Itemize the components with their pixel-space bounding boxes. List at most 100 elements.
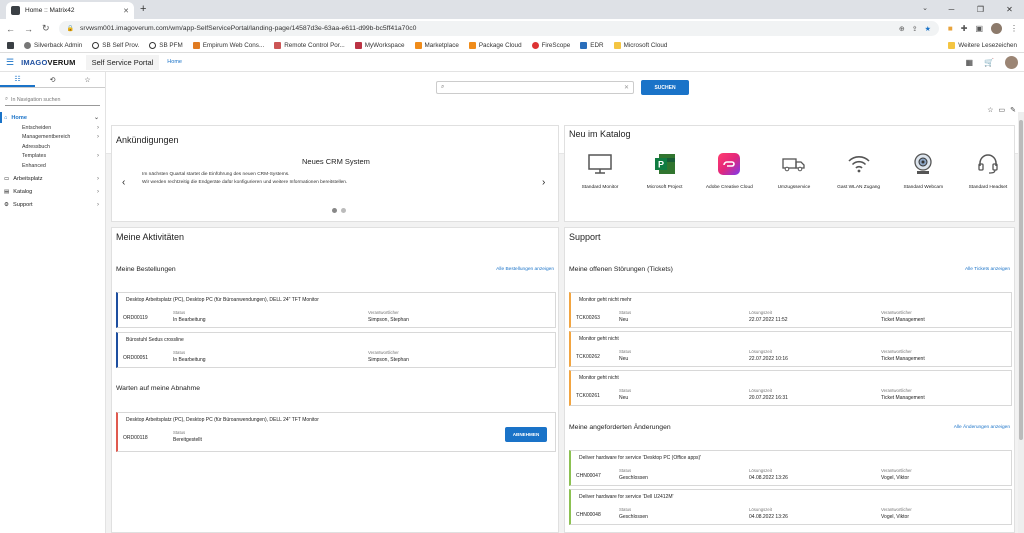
- breadcrumb[interactable]: Home: [167, 59, 182, 65]
- other-bookmarks[interactable]: Weitere Lesezeichen: [948, 41, 1017, 49]
- nav-sub-item[interactable]: Entscheiden ›: [0, 123, 105, 133]
- user-avatar[interactable]: [1005, 55, 1018, 69]
- global-search-input[interactable]: ⌕ ✕: [436, 81, 634, 94]
- bookmark-item[interactable]: Remote Control Por...: [274, 41, 345, 49]
- new-tab-icon[interactable]: +: [140, 3, 146, 15]
- bookmark-item[interactable]: SB PFM: [149, 41, 183, 49]
- bookmark-item[interactable]: Silverback Admin: [24, 41, 82, 49]
- navigation-sidebar: ☷ ⟲ ☆ ⌕ In Navigation suchen ⌂ Home ⌄ En…: [0, 72, 106, 533]
- headset-icon: [974, 151, 1002, 177]
- url-field[interactable]: 🔒 srvwsm001.imagoverum.com/wm/app-SelfSe…: [58, 21, 939, 36]
- nav-sub-item[interactable]: Templates ›: [0, 152, 105, 162]
- catalog-card: Neu im Katalog Standard Monitor P Micros…: [564, 125, 1015, 222]
- carousel-dot[interactable]: [332, 208, 337, 213]
- minimize-icon[interactable]: ─: [937, 0, 966, 19]
- accept-button[interactable]: ABNEHMEN: [505, 427, 547, 442]
- all-tickets-link[interactable]: Alle Tickets anzeigen: [965, 267, 1010, 272]
- tab-search-icon[interactable]: ⌄: [922, 4, 928, 12]
- lock-icon[interactable]: 🔒: [67, 25, 74, 32]
- bookmark-item[interactable]: SB Self Prov.: [92, 41, 139, 49]
- portal-title[interactable]: Self Service Portal: [85, 54, 160, 70]
- matrix42-favicon-icon: [11, 6, 20, 15]
- ticket-row[interactable]: Monitor geht nicht TCK00262 Status Neu L…: [569, 331, 1012, 367]
- catalog-item[interactable]: Standard Webcam: [892, 151, 954, 190]
- nav-item-arbeitsplatz[interactable]: ▭ Arbeitsplatz ›: [0, 174, 105, 185]
- share-icon[interactable]: ⇪: [912, 25, 918, 33]
- nav-sub-item[interactable]: Enhanced: [0, 161, 105, 171]
- extension-icon[interactable]: ■: [948, 24, 953, 33]
- cart-icon[interactable]: 🛒: [984, 58, 994, 67]
- chevron-right-icon: ›: [97, 153, 99, 160]
- tree-view-icon[interactable]: ☷: [0, 72, 35, 87]
- bookmark-item[interactable]: MyWorkspace: [354, 41, 405, 49]
- adobe-creative-cloud-icon: [715, 151, 743, 177]
- back-icon[interactable]: ←: [6, 24, 15, 34]
- favorite-star-icon[interactable]: ☆: [987, 106, 993, 114]
- reload-icon[interactable]: ↻: [42, 23, 50, 34]
- change-row[interactable]: Deliver hardware for service 'Dell U2412…: [569, 489, 1012, 525]
- all-orders-link[interactable]: Alle Bestellungen anzeigen: [496, 267, 554, 272]
- support-icon: ⚙: [4, 202, 10, 208]
- close-window-icon[interactable]: ✕: [995, 0, 1024, 19]
- menu-dots-icon[interactable]: ⋮: [1010, 24, 1018, 33]
- url-text: srvwsm001.imagoverum.com/wm/app-SelfServ…: [80, 25, 417, 32]
- order-row[interactable]: Bürostuhl Sedus crossline ORD00051 Statu…: [116, 332, 556, 368]
- bookmark-item[interactable]: EDR: [580, 41, 604, 49]
- nav-item-katalog[interactable]: ▤ Katalog ›: [0, 187, 105, 198]
- maximize-icon[interactable]: ❐: [966, 0, 995, 19]
- chevron-right-icon: ›: [97, 189, 99, 195]
- change-row[interactable]: Deliver hardware for service 'Desktop PC…: [569, 450, 1012, 486]
- home-icon: ⌂: [4, 114, 8, 121]
- navigation-search-input[interactable]: ⌕ In Navigation suchen: [5, 94, 100, 106]
- carousel-next-icon[interactable]: ›: [542, 177, 545, 188]
- catalog-item[interactable]: Gast WLAN Zugang: [828, 151, 890, 190]
- order-row[interactable]: Desktop Arbeitsplatz (PC), Desktop PC (f…: [116, 292, 556, 328]
- bookmarks-bar: Silverback Admin SB Self Prov. SB PFM Em…: [0, 38, 1024, 53]
- bookmark-item[interactable]: FireScope: [531, 41, 570, 49]
- catalog-item[interactable]: P Microsoft Project: [634, 151, 696, 190]
- carousel-dots: [332, 208, 346, 213]
- bookmark-item[interactable]: Empirum Web Cons...: [192, 41, 264, 49]
- search-button[interactable]: SUCHEN: [641, 80, 689, 95]
- activities-card: Meine Aktivitäten Meine Bestellungen All…: [111, 227, 559, 533]
- favorites-star-icon[interactable]: ☆: [70, 72, 105, 87]
- catalog-item[interactable]: Umzugsservice: [763, 151, 825, 190]
- carousel-dot[interactable]: [341, 208, 346, 213]
- catalog-title: Neu im Katalog: [569, 129, 631, 139]
- catalog-item[interactable]: Standard Headset: [957, 151, 1019, 190]
- carousel-prev-icon[interactable]: ‹: [122, 177, 125, 188]
- moving-truck-icon: [780, 151, 808, 177]
- edit-pencil-icon[interactable]: ✎: [1010, 106, 1016, 114]
- clear-icon[interactable]: ✕: [624, 84, 629, 91]
- announcements-card: Ankündigungen Neues CRM System Im nächst…: [111, 125, 559, 222]
- forward-icon[interactable]: →: [24, 24, 33, 34]
- ticket-row[interactable]: Monitor geht nicht TCK00261 Status Neu L…: [569, 370, 1012, 406]
- bookmark-item[interactable]: Marketplace: [414, 41, 459, 49]
- nav-sub-item[interactable]: Managementbereich ›: [0, 133, 105, 143]
- close-tab-icon[interactable]: ✕: [123, 7, 129, 15]
- support-card: Support Meine offenen Störungen (Tickets…: [564, 227, 1015, 533]
- all-changes-link[interactable]: Alle Änderungen anzeigen: [954, 425, 1010, 430]
- nav-item-home[interactable]: ⌂ Home ⌄: [0, 112, 105, 123]
- browser-tab[interactable]: Home :: Matrix42 ✕: [6, 2, 134, 19]
- ticket-row[interactable]: Monitor geht nicht mehr TCK00263 Status …: [569, 292, 1012, 328]
- approval-row[interactable]: Desktop Arbeitsplatz (PC), Desktop PC (f…: [116, 412, 556, 452]
- monitor-icon: [586, 151, 614, 177]
- hamburger-menu-icon[interactable]: ☰: [6, 57, 14, 68]
- screen-icon[interactable]: ▭: [999, 106, 1006, 114]
- bookmark-star-icon[interactable]: ★: [925, 25, 931, 33]
- nav-item-support[interactable]: ⚙ Support ›: [0, 200, 105, 211]
- history-icon[interactable]: ⟲: [35, 72, 70, 87]
- nav-sub-item[interactable]: Adressbuch: [0, 142, 105, 152]
- apps-grid-icon[interactable]: ▦: [965, 58, 973, 67]
- side-panel-icon[interactable]: ▣: [975, 24, 983, 33]
- scrollbar-thumb[interactable]: [1019, 120, 1023, 440]
- bookmark-item[interactable]: [7, 41, 14, 49]
- profile-avatar[interactable]: [991, 23, 1002, 34]
- catalog-item[interactable]: Adobe Creative Cloud: [698, 151, 760, 190]
- catalog-item[interactable]: Standard Monitor: [569, 151, 631, 190]
- bookmark-item[interactable]: Microsoft Cloud: [613, 41, 667, 49]
- zoom-icon[interactable]: ⊕: [899, 25, 905, 33]
- puzzle-icon[interactable]: ✚: [961, 24, 968, 33]
- bookmark-item[interactable]: Package Cloud: [468, 41, 522, 49]
